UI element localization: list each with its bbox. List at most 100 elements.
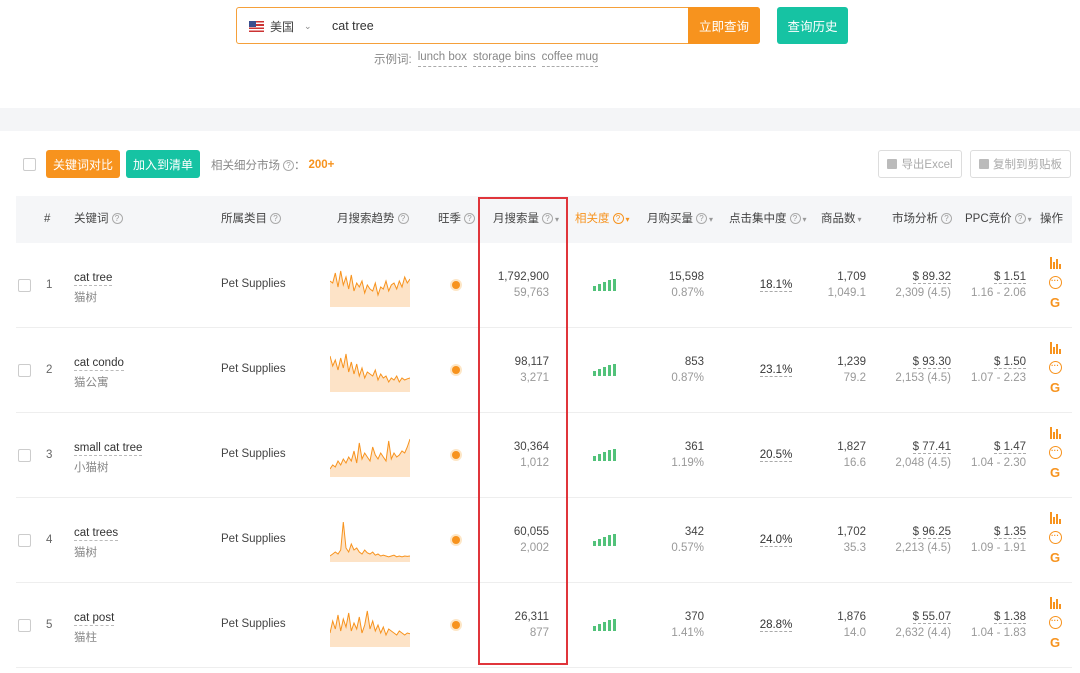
more-icon[interactable]: ···: [1048, 361, 1062, 374]
relevance-bar: [603, 452, 606, 461]
row-actions: ··· G: [1048, 257, 1062, 309]
header-click-concentration[interactable]: 点击集中度? ▾: [729, 196, 807, 243]
help-icon[interactable]: ?: [696, 213, 707, 225]
keyword-link[interactable]: cat tree: [74, 271, 113, 286]
google-icon[interactable]: G: [1050, 636, 1060, 649]
row-checkbox[interactable]: [18, 364, 31, 377]
row-index: 3: [46, 449, 53, 461]
row-checkbox[interactable]: [18, 279, 31, 292]
click-concentration-cell[interactable]: 24.0%: [736, 534, 816, 547]
relevance-bar: [593, 541, 596, 546]
click-concentration-cell[interactable]: 28.8%: [736, 619, 816, 632]
more-icon[interactable]: ···: [1048, 276, 1062, 289]
header-product-count[interactable]: 商品数 ▾: [821, 196, 862, 243]
keyword-link[interactable]: cat trees: [74, 526, 119, 541]
relevance-bar: [608, 535, 611, 546]
toolbar: 关键词对比 加入到清单 相关细分市场 ? ： 200+ 导出Excel 复制到剪…: [0, 148, 1080, 180]
help-icon[interactable]: ?: [397, 213, 409, 225]
more-icon[interactable]: ···: [1048, 446, 1062, 459]
chart-icon[interactable]: [1049, 257, 1061, 269]
purchase-rate: 1.41%: [671, 627, 704, 639]
purchase-volume: 853: [684, 356, 704, 368]
market-analysis-cell[interactable]: $ 55.07 2,632 (4.4): [871, 611, 951, 639]
example-link[interactable]: coffee mug: [541, 51, 599, 67]
sort-icon[interactable]: ▾: [858, 215, 862, 224]
row-checkbox[interactable]: [18, 619, 31, 632]
sort-icon[interactable]: ▾: [709, 215, 713, 224]
search-trend-sparkline[interactable]: [330, 601, 410, 647]
help-icon[interactable]: ?: [1014, 213, 1026, 225]
market-analysis-cell[interactable]: $ 89.32 2,309 (4.5): [871, 271, 951, 299]
search-button[interactable]: 立即查询: [688, 7, 760, 44]
example-link[interactable]: storage bins: [472, 51, 536, 67]
export-excel-button[interactable]: 导出Excel: [878, 150, 962, 178]
market-analysis-cell[interactable]: $ 93.30 2,153 (4.5): [871, 356, 951, 384]
keyword-link[interactable]: small cat tree: [74, 441, 143, 456]
market-reviews: 2,153 (4.5): [895, 372, 951, 384]
chart-icon[interactable]: [1049, 512, 1061, 524]
row-checkbox[interactable]: [18, 534, 31, 547]
add-to-list-button[interactable]: 加入到清单: [126, 150, 200, 178]
more-icon[interactable]: ···: [1048, 531, 1062, 544]
ppc-range: 1.09 - 1.91: [971, 542, 1026, 554]
header-ppc[interactable]: PPC竞价? ▾: [965, 196, 1032, 243]
keyword-link[interactable]: cat condo: [74, 356, 124, 371]
market-analysis-cell[interactable]: $ 77.41 2,048 (4.5): [871, 441, 951, 469]
help-icon[interactable]: ?: [270, 213, 281, 225]
example-link[interactable]: lunch box: [417, 51, 467, 67]
table-row: 2 cat condo 猫公寓 Pet Supplies 98,117 3,27…: [16, 328, 1072, 413]
relevance-bars: [593, 619, 616, 631]
click-concentration-cell[interactable]: 18.1%: [736, 279, 816, 292]
search-trend-sparkline[interactable]: [330, 516, 410, 562]
compare-keywords-button[interactable]: 关键词对比: [46, 150, 120, 178]
keyword-link[interactable]: cat post: [74, 611, 115, 626]
google-icon[interactable]: G: [1050, 296, 1060, 309]
help-icon[interactable]: ?: [542, 213, 553, 225]
google-icon[interactable]: G: [1050, 466, 1060, 479]
search-trend-sparkline[interactable]: [330, 261, 410, 307]
google-icon[interactable]: G: [1050, 551, 1060, 564]
help-icon[interactable]: ?: [111, 213, 123, 225]
search-trend-sparkline[interactable]: [330, 431, 410, 477]
help-icon[interactable]: ?: [283, 159, 294, 171]
ppc-bid: $ 1.50: [994, 356, 1026, 369]
search-trend-sparkline[interactable]: [330, 346, 410, 392]
chart-icon[interactable]: [1049, 342, 1061, 354]
chart-icon[interactable]: [1049, 427, 1061, 439]
google-icon[interactable]: G: [1050, 381, 1060, 394]
copy-clipboard-button[interactable]: 复制到剪贴板: [970, 150, 1071, 178]
country-label: 美国: [270, 19, 295, 34]
ppc-cell[interactable]: $ 1.47 1.04 - 2.30: [952, 441, 1026, 469]
history-button[interactable]: 查询历史: [777, 7, 848, 44]
sort-icon[interactable]: ▾: [555, 215, 559, 224]
ppc-cell[interactable]: $ 1.35 1.09 - 1.91: [952, 526, 1026, 554]
country-selector[interactable]: 美国 ⌄: [249, 18, 312, 34]
more-icon[interactable]: ···: [1048, 616, 1062, 629]
select-all-checkbox[interactable]: [23, 158, 36, 171]
colon: ：: [294, 160, 306, 172]
ppc-cell[interactable]: $ 1.38 1.04 - 1.83: [952, 611, 1026, 639]
help-icon[interactable]: ?: [941, 213, 952, 225]
help-icon[interactable]: ?: [464, 213, 475, 225]
ppc-cell[interactable]: $ 1.50 1.07 - 2.23: [952, 356, 1026, 384]
header-monthly-search[interactable]: 月搜索量? ▾: [493, 196, 559, 243]
header-index-label: #: [44, 213, 51, 225]
header-relevance[interactable]: 相关度? ▾: [575, 196, 630, 243]
chart-icon[interactable]: [1049, 597, 1061, 609]
header-ppc-label: PPC竞价: [965, 213, 1012, 225]
header-monthly-purchase[interactable]: 月购买量? ▾: [647, 196, 713, 243]
sort-icon[interactable]: ▾: [803, 215, 807, 224]
row-checkbox[interactable]: [18, 449, 31, 462]
sort-icon[interactable]: ▾: [626, 215, 630, 224]
click-concentration-cell[interactable]: 20.5%: [736, 449, 816, 462]
copy-icon: [979, 159, 989, 169]
help-icon[interactable]: ?: [789, 213, 801, 225]
click-concentration-cell[interactable]: 23.1%: [736, 364, 816, 377]
sort-icon[interactable]: ▾: [1028, 215, 1032, 224]
ppc-cell[interactable]: $ 1.51 1.16 - 2.06: [952, 271, 1026, 299]
search-input[interactable]: cat tree: [332, 19, 374, 33]
market-reviews: 2,632 (4.4): [895, 627, 951, 639]
help-icon[interactable]: ?: [612, 213, 624, 225]
example-keywords: 示例词: lunch box storage bins coffee mug: [374, 51, 599, 67]
market-analysis-cell[interactable]: $ 96.25 2,213 (4.5): [871, 526, 951, 554]
